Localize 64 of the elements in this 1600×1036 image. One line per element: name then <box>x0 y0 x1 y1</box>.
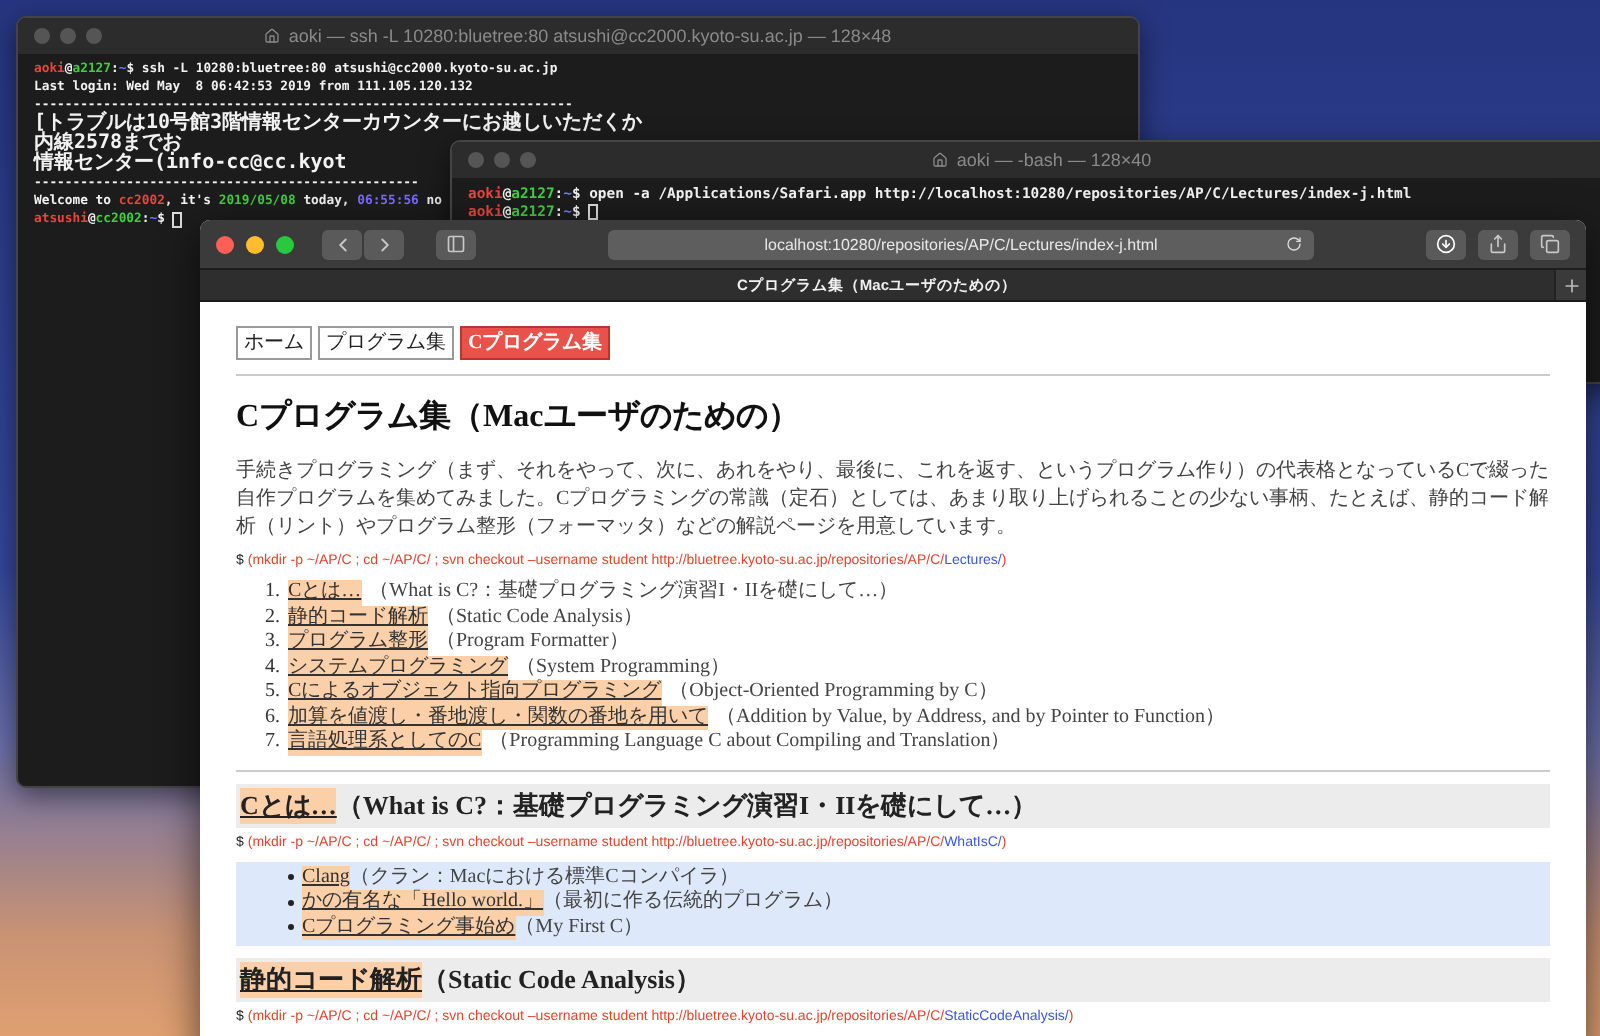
share-button[interactable] <box>1478 229 1518 259</box>
window-zoom-button[interactable] <box>276 235 294 253</box>
list-link[interactable]: Cプログラミング事始め <box>302 915 516 940</box>
page-heading: Cプログラム集（Macユーザのための） <box>236 396 802 438</box>
nav-link[interactable]: ホーム <box>236 326 312 360</box>
download-button[interactable] <box>1426 229 1466 259</box>
item-description: （Programming Language C about Compiling and Translation） <box>489 730 1011 755</box>
nav-link[interactable]: プログラム集 <box>318 326 454 360</box>
item-description: （クラン：Macにおける標準Cコンパイラ） <box>349 865 739 889</box>
toc-link[interactable]: 言語処理系としてのC <box>288 730 482 755</box>
toc-link[interactable]: 静的コード解析 <box>288 605 428 630</box>
bullet-icon <box>288 924 294 931</box>
list-link[interactable]: Clang <box>302 865 350 890</box>
plus-icon <box>1561 275 1581 295</box>
forward-button[interactable] <box>364 229 404 259</box>
list-number: 2. <box>263 605 280 630</box>
item-description: （System Programming） <box>516 655 730 679</box>
terminal-line: 情報センター(info-cc@cc.kyot <box>34 154 347 174</box>
section-link[interactable]: 静的コード解析 <box>240 962 422 998</box>
window-close-button[interactable] <box>216 235 234 253</box>
house-icon <box>932 152 949 168</box>
sidebar-icon <box>446 234 466 254</box>
bullet-icon <box>288 899 294 906</box>
item-description: （What is C?：基礎プログラミング演習I・IIを礎にして…） <box>369 580 899 605</box>
address-field[interactable]: localhost:10280/repositories/AP/C/Lectures/index-j.html <box>608 229 1314 259</box>
list-number: 7. <box>263 730 280 755</box>
intro-paragraph: 手続きプログラミング（まず、それをやって、次に、あれをやり、最後に、これを返す、というプログラム作り）の代表格となっているCで綴った自作プログラムを集めてみました。Cプログラミングの常識（定石）としては、あまり取り上げられることの少ない事柄、たとえば、静的コード解析（リント）やプログラム整形（フォーマッタ）などの解説ページを用意しています。 <box>236 458 1550 542</box>
terminal-line: [トラブルは10号館3階情報センターカウンターにお越しいただくか <box>34 114 643 134</box>
window-minimize-button[interactable] <box>246 235 264 253</box>
list-link[interactable]: かの有名な「Hello world.」 <box>302 890 544 915</box>
section-title: （What is C?：基礎プログラミング演習I・IIを礎にして…） <box>336 787 1038 823</box>
item-description: （Static Code Analysis） <box>436 605 643 630</box>
nav-link[interactable]: Cプログラム集 <box>460 326 611 360</box>
share-icon <box>1488 234 1508 254</box>
item-description: （Addition by Value, by Address, and by Pointer to Function） <box>716 705 1226 730</box>
back-button[interactable] <box>322 229 362 259</box>
download-icon <box>1436 234 1456 254</box>
list-number: 4. <box>263 655 280 680</box>
section-link[interactable]: Cとは… <box>240 787 337 823</box>
reload-icon[interactable] <box>1286 235 1302 251</box>
toc-link[interactable]: Cとは… <box>288 580 362 605</box>
list-number: 1. <box>263 580 280 605</box>
item-description: （Program Formatter） <box>436 630 629 655</box>
terminal-line: 内線2578までお <box>34 134 183 154</box>
bullet-icon <box>288 874 294 881</box>
section-title: （Static Code Analysis） <box>422 962 701 998</box>
toc-link[interactable]: Cによるオブジェクト指向プログラミング <box>288 680 662 705</box>
toc-link[interactable]: プログラム整形 <box>288 630 428 655</box>
list-number: 3. <box>263 630 280 655</box>
list-number: 5. <box>263 680 280 705</box>
window-title: aoki — -bash — 128×40 <box>956 150 1152 170</box>
item-description: （My First C） <box>515 915 644 940</box>
toc-link[interactable]: 加算を値渡し・番地渡し・関数の番地を用いて <box>288 705 708 730</box>
list-number: 6. <box>263 705 280 730</box>
window-title: aoki — ssh -L 10280:bluetree:80 atsushi@cc2000.kyoto-su.ac.jp — 128×48 <box>288 26 892 46</box>
item-description: （最初に作る伝統的プログラム） <box>543 890 844 915</box>
cursor-icon <box>172 211 183 227</box>
new-tab-button[interactable] <box>1554 270 1586 300</box>
tabs-icon <box>1540 234 1560 254</box>
sidebar-button[interactable] <box>436 229 476 259</box>
toc-link[interactable]: システムプログラミング <box>288 655 508 680</box>
tabs-button[interactable] <box>1530 229 1570 259</box>
item-description: （Object-Oriented Programming by C） <box>669 680 998 705</box>
house-icon <box>264 28 281 44</box>
